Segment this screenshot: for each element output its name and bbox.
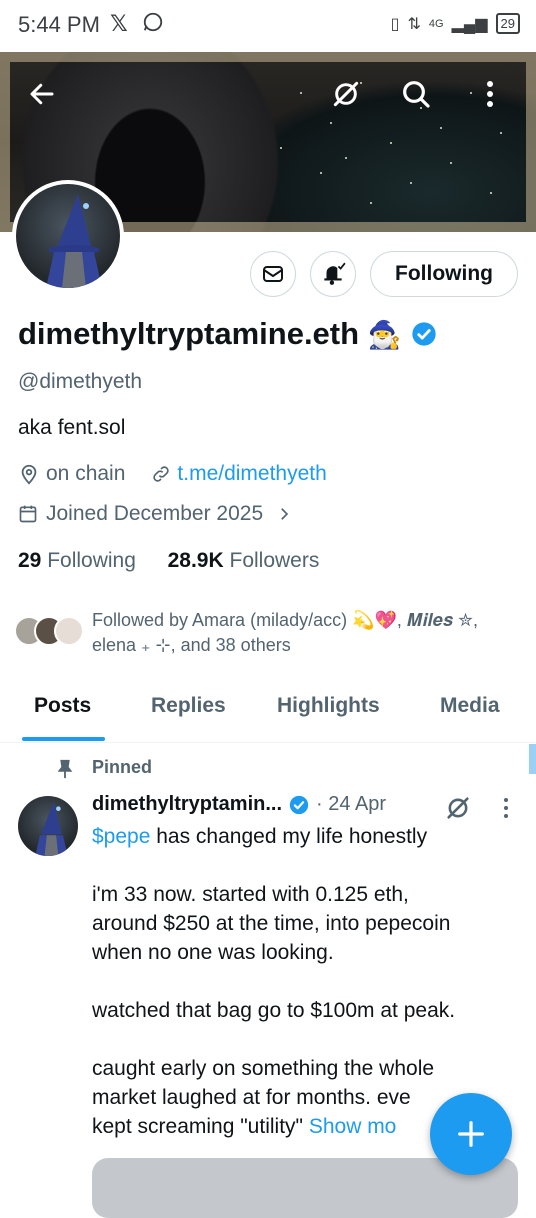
post-text: $pepe has changed my life honestly i'm 3… (92, 822, 512, 1141)
scrollbar[interactable] (529, 744, 536, 774)
profile-handle: @dimethyeth (18, 370, 143, 393)
pin-icon (57, 759, 73, 779)
follow-counts: 29 Following 28.9K Followers (18, 549, 319, 573)
post-author-avatar[interactable] (18, 796, 78, 856)
post-header: dimethyltryptamin... · 24 Apr (92, 793, 386, 816)
cashtag-link[interactable]: $pepe (92, 825, 150, 848)
verified-badge-icon (412, 322, 436, 346)
search-button[interactable] (394, 72, 438, 116)
plus-icon (458, 1121, 484, 1147)
followers-count: 28.9K (167, 549, 224, 572)
display-name: dimethyltryptamine.eth 🧙‍♂️ (18, 316, 438, 352)
profile-avatar[interactable] (12, 180, 124, 292)
notifications-button[interactable] (310, 251, 356, 297)
tab-media[interactable]: Media (440, 694, 500, 718)
following-button[interactable]: Following (370, 251, 518, 297)
verified-badge-icon (289, 795, 309, 814)
envelope-icon (263, 266, 283, 282)
tab-replies[interactable]: Replies (151, 694, 226, 718)
post-body-tail: kept screaming "utility" (92, 1115, 309, 1138)
profile-location: on chain (46, 462, 126, 485)
post-more-icon[interactable] (502, 796, 510, 820)
signal-icon: ▂▄▆ (451, 15, 488, 33)
grok-icon[interactable] (444, 794, 472, 822)
arrow-left-icon (30, 83, 54, 105)
followed-by-text[interactable]: Followed by Amara (milady/acc) 💫💖, 𝑴𝒊𝒍𝒆𝒔… (92, 608, 512, 658)
battery-level: 29 (495, 13, 520, 34)
back-button[interactable] (20, 72, 64, 116)
profile-bio: aka fent.sol (18, 416, 126, 439)
profile-website-link[interactable]: t.me/dimethyeth (177, 462, 326, 486)
wizard-emoji: 🧙‍♂️ (367, 320, 402, 350)
pinned-label: Pinned (92, 757, 153, 777)
profile-tabs: Posts Replies Highlights Media (0, 684, 536, 743)
following-count: 29 (18, 549, 42, 572)
follower-avatar (54, 616, 84, 646)
profile-meta-row: on chain t.me/dimethyeth (18, 462, 327, 486)
wizard-avatar-icon (46, 194, 102, 288)
link-icon (153, 466, 170, 482)
chevron-right-icon (281, 508, 289, 520)
x-logo-icon: 𝕏 (110, 11, 128, 36)
joined-row[interactable]: Joined December 2025 (18, 502, 293, 526)
profile-joined: Joined December 2025 (46, 502, 264, 525)
vertical-dots-icon (487, 81, 493, 107)
more-options-button[interactable] (468, 72, 512, 116)
message-button[interactable] (250, 251, 296, 297)
avatar-image (16, 184, 120, 288)
network-type: 4G (428, 17, 444, 30)
tab-posts[interactable]: Posts (34, 694, 91, 718)
calendar-icon (19, 505, 37, 523)
followers-label: Followers (229, 549, 320, 572)
display-name-text: dimethyltryptamine.eth (18, 316, 360, 351)
post-date[interactable]: · 24 Apr (316, 793, 386, 816)
following-label: Following (47, 549, 136, 572)
post-author-name[interactable]: dimethyltryptamin... (92, 793, 282, 816)
active-tab-indicator (22, 737, 105, 741)
grok-icon (333, 81, 359, 107)
wizard-avatar-icon (35, 801, 68, 856)
show-more-link[interactable]: Show mo (309, 1115, 397, 1138)
post-body: has changed my life honestly i'm 33 now.… (92, 825, 456, 1109)
location-pin-icon (21, 464, 37, 485)
following-count-link[interactable]: 29 Following (18, 549, 136, 572)
compose-post-button[interactable] (430, 1093, 512, 1175)
vibrate-icon: ▯ (390, 15, 400, 33)
whatsapp-icon (142, 11, 164, 39)
status-bar: 5:44 PM 𝕏 ▯ ⇅ 4G ▂▄▆ 29 (0, 0, 536, 52)
followed-by-avatars[interactable] (14, 616, 94, 650)
status-time: 5:44 PM (18, 12, 100, 37)
status-right: ▯ ⇅ 4G ▂▄▆ 29 (391, 13, 520, 34)
search-icon (403, 81, 430, 108)
tab-highlights[interactable]: Highlights (277, 694, 380, 718)
data-arrows-icon: ⇅ (407, 15, 421, 33)
bell-check-icon (324, 262, 346, 285)
grok-button[interactable] (324, 72, 368, 116)
followers-count-link[interactable]: 28.9K Followers (168, 549, 320, 572)
